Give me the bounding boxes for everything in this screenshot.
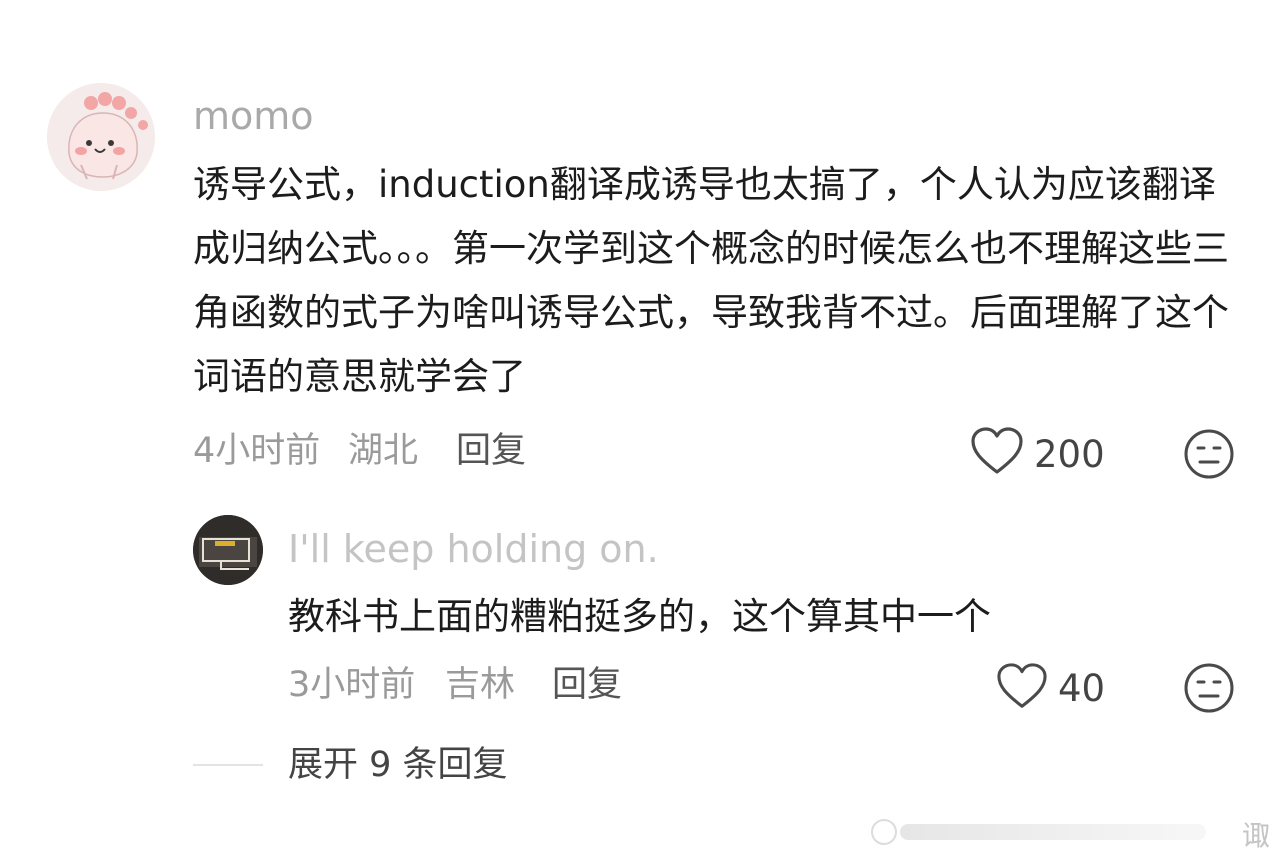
expand-replies-button[interactable]: 展开 9 条回复 <box>288 748 508 783</box>
comment-like-button[interactable] <box>970 426 1024 478</box>
reply-text: 教科书上面的糟粕挺多的，这个算其中一个 <box>288 595 991 638</box>
reply-avatar[interactable] <box>193 515 263 585</box>
heart-outline-icon <box>997 663 1047 708</box>
reply-time: 3小时前 <box>288 665 416 705</box>
comment-like-count: 200 <box>1034 433 1105 476</box>
avatar[interactable] <box>47 83 155 191</box>
meh-face-icon <box>1184 429 1234 479</box>
reply-like-count: 40 <box>1058 667 1106 710</box>
watermark-bar <box>870 818 1210 846</box>
reply-username[interactable]: I'll keep holding on. <box>288 530 659 568</box>
comment-reply-button[interactable]: 回复 <box>456 434 526 469</box>
reply-like-button[interactable] <box>996 662 1048 712</box>
reply-reply-button[interactable]: 回复 <box>552 668 622 703</box>
reply-dislike-button[interactable] <box>1183 662 1235 714</box>
reply-location: 吉林 <box>445 665 516 705</box>
comment-text: 诱导公式，induction翻译成诱导也太搞了，个人认为应该翻译成归纳公式。。。… <box>193 163 1229 398</box>
meh-face-icon <box>1184 663 1234 713</box>
comment-username[interactable]: momo <box>193 97 314 135</box>
comment-dislike-button[interactable] <box>1183 428 1235 480</box>
heart-outline-icon <box>971 427 1023 474</box>
watermark-text: 诹 <box>1242 819 1271 852</box>
dark-photo-avatar-icon <box>193 515 263 585</box>
pink-creature-avatar-icon <box>47 83 155 191</box>
watermark-swoosh-icon <box>871 819 1206 845</box>
comment-location: 湖北 <box>348 431 419 471</box>
comment-time: 4小时前 <box>193 431 321 471</box>
expand-divider <box>193 764 263 766</box>
